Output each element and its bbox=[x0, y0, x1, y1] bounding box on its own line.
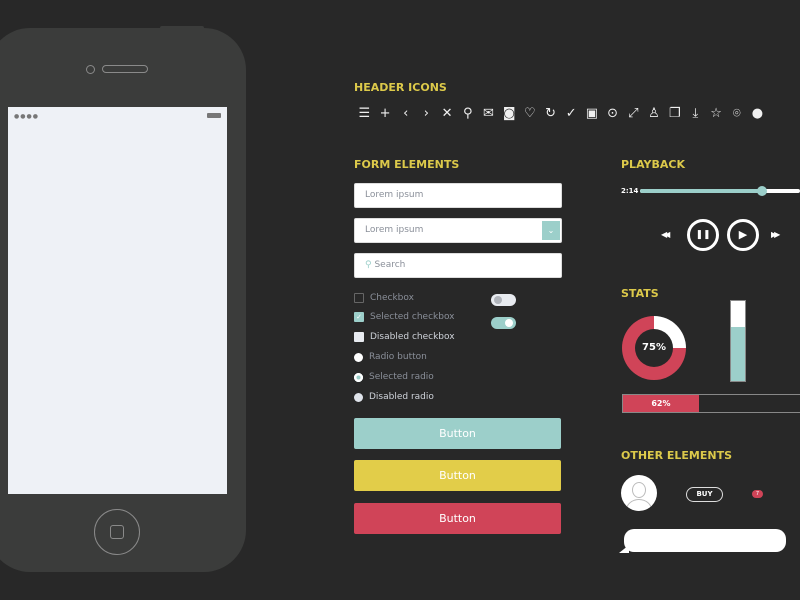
menu-icon[interactable]: ☰ bbox=[354, 106, 375, 122]
chevron-down-icon[interactable]: ⌄ bbox=[542, 221, 560, 240]
plus-icon[interactable]: + bbox=[375, 106, 396, 122]
camera-icon[interactable]: ◙ bbox=[499, 106, 520, 122]
horizontal-progress: 62% bbox=[622, 394, 800, 413]
checkbox-box[interactable] bbox=[354, 293, 364, 303]
toggle-knob bbox=[505, 319, 513, 327]
play-button[interactable]: ▶ bbox=[727, 219, 759, 251]
toggle-on[interactable] bbox=[491, 317, 516, 329]
notification-badge: 7 bbox=[752, 490, 763, 498]
disabled-checkbox-label: Disabled checkbox bbox=[370, 332, 455, 342]
stats-title: STATS bbox=[621, 287, 659, 300]
chevron-left-icon[interactable]: ‹ bbox=[395, 106, 416, 122]
disabled-radio-circle bbox=[354, 392, 363, 402]
avatar[interactable] bbox=[621, 475, 657, 511]
selected-checkbox[interactable]: ✓ Selected checkbox bbox=[354, 312, 455, 322]
avatar-body-icon bbox=[626, 499, 652, 511]
header-icons-title: HEADER ICONS bbox=[354, 81, 447, 94]
disabled-checkbox: Disabled checkbox bbox=[354, 332, 455, 342]
button-yellow[interactable]: Button bbox=[354, 460, 561, 491]
horizontal-progress-fill: 62% bbox=[623, 395, 699, 412]
text-input-placeholder: Lorem ipsum bbox=[365, 190, 424, 200]
playback-slider[interactable] bbox=[640, 186, 800, 196]
image-icon[interactable]: ▣ bbox=[582, 106, 603, 122]
playback-title: PLAYBACK bbox=[621, 158, 685, 171]
buy-button[interactable]: BUY bbox=[686, 487, 723, 502]
camera-icon bbox=[86, 65, 95, 74]
text-input[interactable]: Lorem ipsum bbox=[354, 183, 562, 208]
close-icon[interactable]: ✕ bbox=[437, 106, 458, 122]
heart-icon[interactable]: ♡ bbox=[520, 106, 541, 122]
star-icon[interactable]: ☆ bbox=[706, 106, 727, 122]
radio-label: Radio button bbox=[369, 352, 427, 362]
other-elements-title: OTHER ELEMENTS bbox=[621, 449, 733, 462]
user-icon[interactable]: ♙ bbox=[644, 106, 665, 122]
battery-icon bbox=[207, 113, 221, 118]
check-icon[interactable]: ✓ bbox=[354, 312, 364, 322]
signal-icon: ●●●● bbox=[14, 113, 39, 120]
search-input[interactable]: ⚲ Search bbox=[354, 253, 562, 278]
search-placeholder: Search bbox=[374, 260, 406, 270]
chat-bubble-tail bbox=[619, 545, 629, 553]
mail-icon[interactable]: ✉ bbox=[478, 106, 499, 122]
selected-checkbox-label: Selected checkbox bbox=[370, 312, 455, 322]
rewind-icon[interactable]: ◀◀ bbox=[661, 230, 670, 239]
selected-radio[interactable]: Selected radio bbox=[354, 372, 434, 382]
search-icon: ⚲ bbox=[365, 260, 372, 270]
avatar-head-icon bbox=[632, 482, 646, 498]
location-icon[interactable]: ⌾ bbox=[726, 106, 747, 122]
download-icon[interactable]: ⤓ bbox=[685, 106, 706, 122]
playback-slider-fill bbox=[640, 189, 762, 193]
forward-icon[interactable]: ▶▶ bbox=[771, 230, 780, 239]
donut-label: 75% bbox=[635, 329, 673, 367]
phone-screen: ●●●● bbox=[8, 107, 227, 494]
disabled-checkbox-box bbox=[354, 332, 364, 342]
home-button[interactable] bbox=[94, 509, 140, 555]
vertical-progress-fill bbox=[731, 326, 745, 381]
donut-chart: 75% bbox=[622, 316, 686, 380]
button-teal[interactable]: Button bbox=[354, 418, 561, 449]
dropdown-value: Lorem ipsum bbox=[365, 225, 424, 235]
expand-icon[interactable]: ⤢ bbox=[623, 106, 644, 122]
form-elements-title: FORM ELEMENTS bbox=[354, 158, 460, 171]
chat-bubble bbox=[624, 529, 786, 552]
header-icons-row: ☰ + ‹ › ✕ ⚲ ✉ ◙ ♡ ↻ ✓ ▣ ⊙ ⤢ ♙ ❐ ⤓ ☆ ⌾ ● bbox=[354, 106, 768, 122]
toggle-knob bbox=[494, 296, 502, 304]
checkbox[interactable]: Checkbox bbox=[354, 293, 414, 303]
disabled-radio: Disabled radio bbox=[354, 392, 434, 402]
toggle-off[interactable] bbox=[491, 294, 516, 306]
selected-radio-circle[interactable] bbox=[354, 372, 363, 382]
dropdown-select[interactable]: Lorem ipsum ⌄ bbox=[354, 218, 562, 243]
button-red[interactable]: Button bbox=[354, 503, 561, 534]
radio-circle[interactable] bbox=[354, 352, 363, 362]
check-icon[interactable]: ✓ bbox=[561, 106, 582, 122]
radio-button[interactable]: Radio button bbox=[354, 352, 427, 362]
checkbox-label: Checkbox bbox=[370, 293, 414, 303]
selected-radio-label: Selected radio bbox=[369, 372, 434, 382]
copy-icon[interactable]: ❐ bbox=[664, 106, 685, 122]
speaker-icon bbox=[102, 65, 148, 73]
playback-slider-handle[interactable] bbox=[756, 186, 767, 196]
playback-time: 2:14 bbox=[621, 187, 639, 195]
pause-button[interactable]: ❚❚ bbox=[687, 219, 719, 251]
pin-icon[interactable]: ● bbox=[747, 106, 768, 122]
search-icon[interactable]: ⚲ bbox=[457, 106, 478, 122]
home-square-icon bbox=[110, 525, 124, 539]
disabled-radio-label: Disabled radio bbox=[369, 392, 434, 402]
vertical-progress bbox=[730, 300, 746, 382]
target-icon[interactable]: ⊙ bbox=[602, 106, 623, 122]
chevron-right-icon[interactable]: › bbox=[416, 106, 437, 122]
refresh-icon[interactable]: ↻ bbox=[540, 106, 561, 122]
